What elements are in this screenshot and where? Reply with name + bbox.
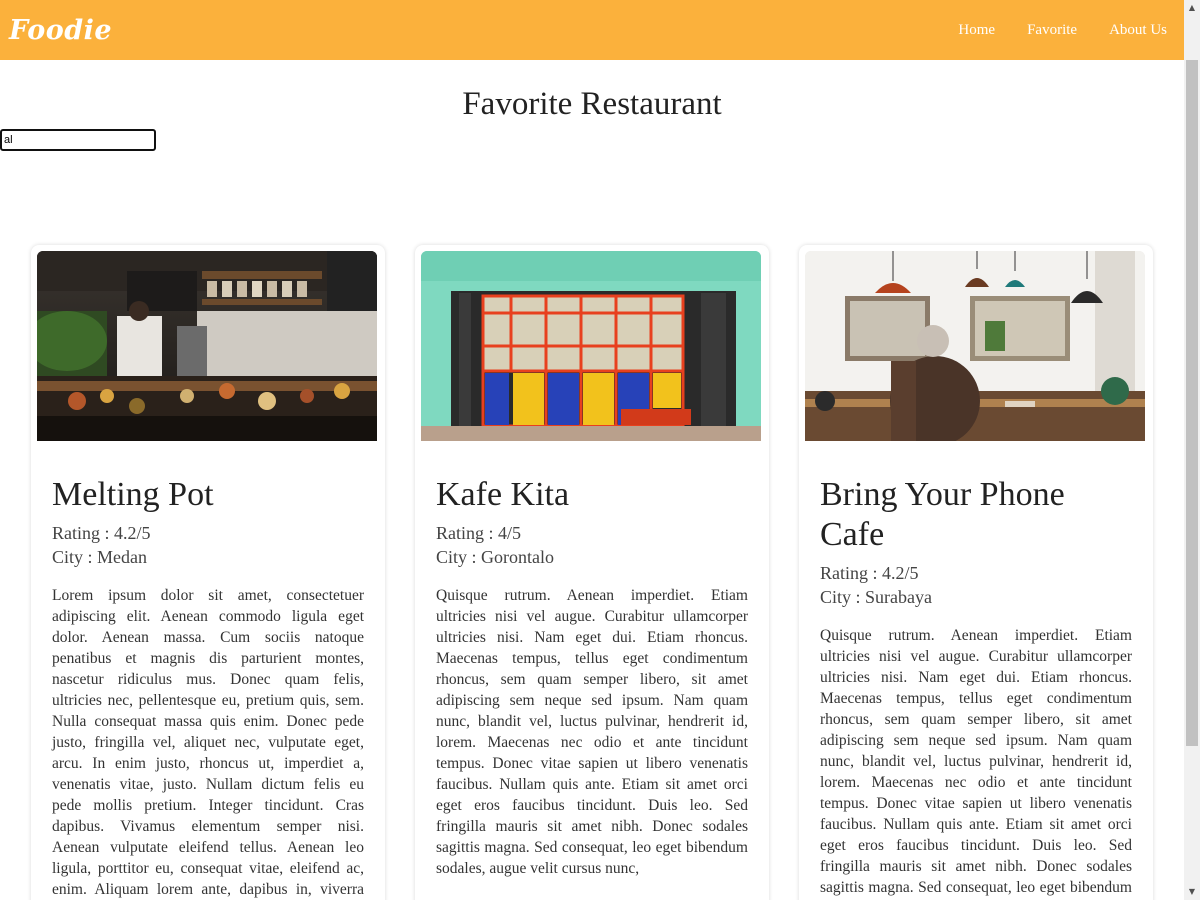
restaurant-description: Lorem ipsum dolor sit amet, consectetuer… [52,587,364,898]
brand-logo[interactable]: Foodie [0,15,112,46]
navbar: Foodie Home Favorite About Us [0,0,1184,60]
card-body: Melting Pot Rating : 4.2/5 City : Medan … [37,441,379,900]
scroll-thumb[interactable] [1186,60,1198,746]
restaurant-image [805,251,1145,441]
restaurant-rating: Rating : 4.2/5 [52,523,151,543]
restaurant-card[interactable]: Kafe Kita Rating : 4/5 City : Gorontalo … [415,245,769,900]
restaurant-description: Quisque rutrum. Aenean imperdiet. Etiam … [820,627,1132,896]
nav-link-about-us[interactable]: About Us [1093,0,1183,60]
restaurant-name[interactable]: Bring Your Phone Cafe [820,475,1132,555]
vertical-scrollbar[interactable]: ▲ ▼ [1184,0,1200,900]
restaurant-name[interactable]: Kafe Kita [436,475,748,515]
restaurant-city: City : Surabaya [820,587,932,607]
restaurant-city: City : Gorontalo [436,547,554,567]
nav-links: Home Favorite About Us [942,0,1184,60]
nav-link-home[interactable]: Home [942,0,1011,60]
restaurant-name[interactable]: Melting Pot [52,475,364,515]
restaurant-card[interactable]: Melting Pot Rating : 4.2/5 City : Medan … [31,245,385,900]
card-body: Bring Your Phone Cafe Rating : 4.2/5 Cit… [805,441,1147,900]
restaurant-image [421,251,761,441]
restaurant-card[interactable]: Bring Your Phone Cafe Rating : 4.2/5 Cit… [799,245,1153,900]
nav-link-favorite[interactable]: Favorite [1011,0,1093,60]
page-title: Favorite Restaurant [462,86,722,122]
restaurant-description: Quisque rutrum. Aenean imperdiet. Etiam … [436,587,748,877]
search-input[interactable] [0,129,156,151]
restaurant-rating: Rating : 4.2/5 [820,563,919,583]
restaurant-rating: Rating : 4/5 [436,523,521,543]
restaurant-image [37,251,377,441]
card-body: Kafe Kita Rating : 4/5 City : Gorontalo … [421,441,763,879]
scroll-up-arrow-icon[interactable]: ▲ [1184,0,1200,16]
restaurant-city: City : Medan [52,547,147,567]
scroll-down-arrow-icon[interactable]: ▼ [1184,884,1200,900]
